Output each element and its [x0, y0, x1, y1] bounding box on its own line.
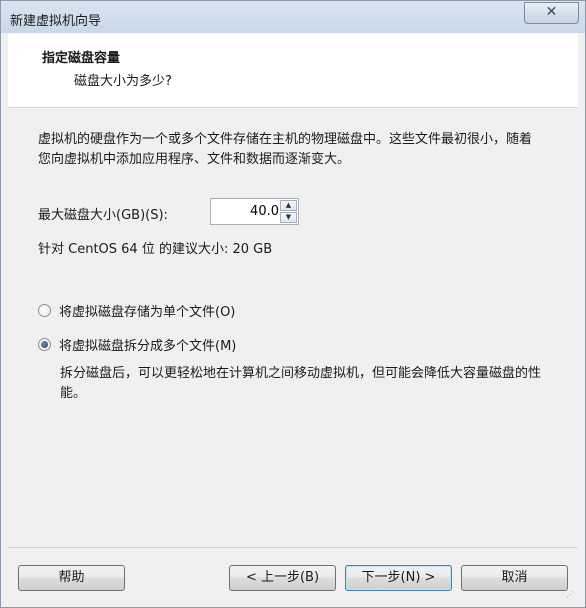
split-file-option[interactable]: 将虚拟磁盘拆分成多个文件(M)	[38, 335, 236, 354]
next-button[interactable]: 下一步(N) >	[345, 565, 452, 591]
arrow-down-icon: ▼	[285, 213, 292, 221]
spin-down-button[interactable]: ▼	[280, 212, 297, 223]
split-file-label[interactable]: 将虚拟磁盘拆分成多个文件(M)	[59, 335, 236, 354]
single-file-option[interactable]: 将虚拟磁盘存储为单个文件(O)	[38, 301, 235, 320]
wizard-content: 虚拟机的硬盘作为一个或多个文件存储在主机的物理磁盘中。这些文件最初很小，随着您向…	[8, 108, 578, 546]
disk-size-spin-buttons: ▲ ▼	[280, 200, 297, 223]
recommended-size: 针对 CentOS 64 位 的建议大小: 20 GB	[38, 242, 273, 257]
split-file-note: 拆分磁盘后，可以更轻松地在计算机之间移动虚拟机，但可能会降低大容量磁盘的性能。	[60, 366, 542, 401]
disk-size-input[interactable]	[213, 201, 281, 221]
resize-grip-icon[interactable]: ⋰	[566, 590, 576, 600]
spin-up-button[interactable]: ▲	[280, 200, 297, 211]
help-button[interactable]: 帮助	[18, 565, 125, 591]
arrow-up-icon: ▲	[285, 201, 292, 209]
title-bar[interactable]: 新建虚拟机向导 ✕	[1, 1, 585, 33]
page-title: 指定磁盘容量	[42, 51, 121, 66]
wizard-header: 指定磁盘容量 磁盘大小为多少?	[8, 33, 578, 108]
close-button[interactable]: ✕	[524, 2, 579, 24]
close-icon: ✕	[545, 4, 558, 20]
cancel-button[interactable]: 取消	[461, 565, 568, 591]
back-button[interactable]: < 上一步(B)	[229, 565, 336, 591]
disk-size-stepper[interactable]: ▲ ▼	[210, 198, 299, 225]
window-title: 新建虚拟机向导	[10, 14, 102, 29]
wizard-window: 新建虚拟机向导 ✕ 指定磁盘容量 磁盘大小为多少? 虚拟机的硬盘作为一个或多个文…	[0, 0, 586, 608]
disk-size-label: 最大磁盘大小(GB)(S):	[38, 208, 168, 223]
split-file-radio[interactable]	[38, 337, 51, 351]
wizard-footer: 帮助 < 上一步(B) 下一步(N) > 取消 ⋰	[8, 547, 578, 602]
page-subtitle: 磁盘大小为多少?	[74, 74, 172, 89]
single-file-label[interactable]: 将虚拟磁盘存储为单个文件(O)	[59, 301, 235, 320]
disk-description: 虚拟机的硬盘作为一个或多个文件存储在主机的物理磁盘中。这些文件最初很小，随着您向…	[38, 132, 533, 167]
single-file-radio[interactable]	[38, 303, 51, 317]
